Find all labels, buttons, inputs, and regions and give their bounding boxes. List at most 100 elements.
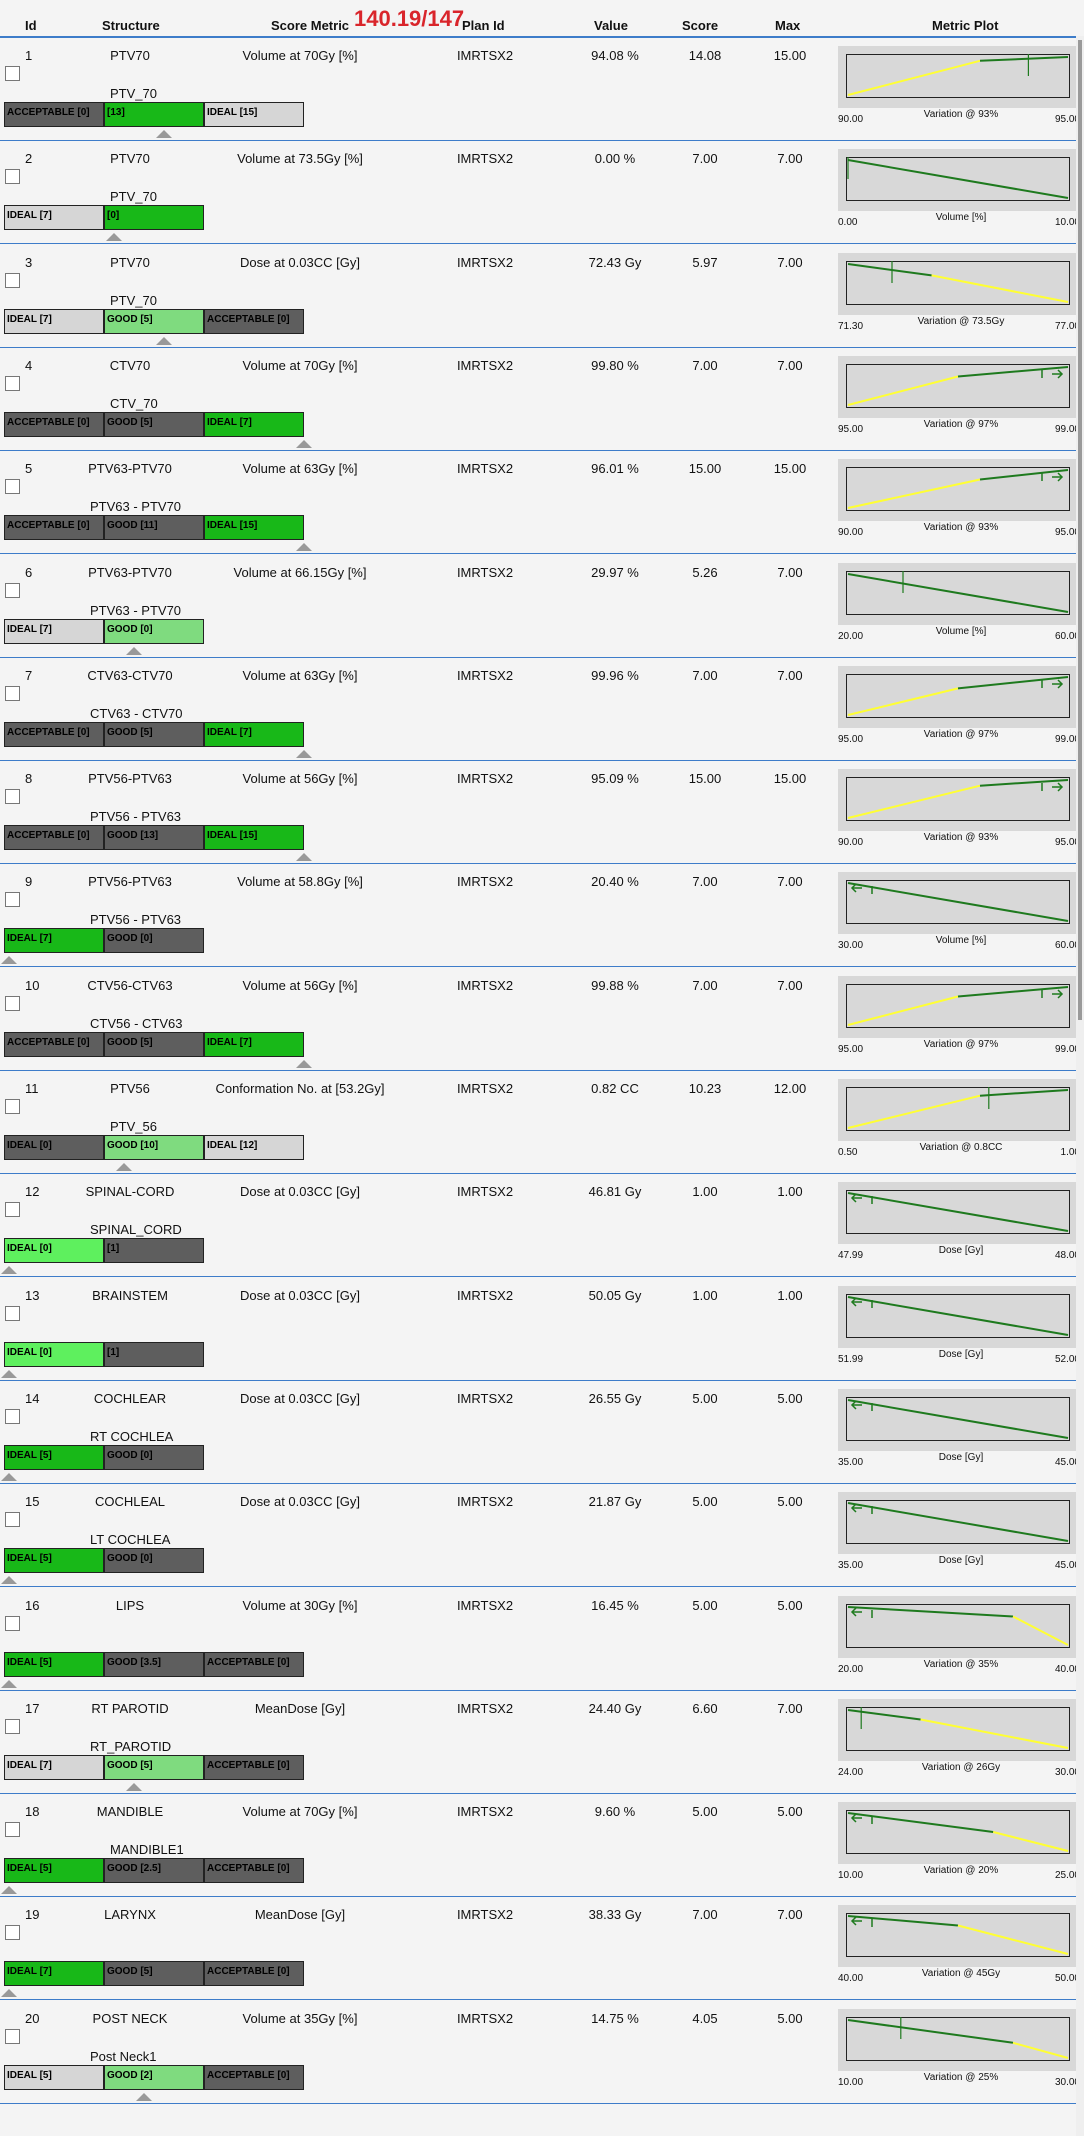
row-id: 3 <box>25 254 33 270</box>
col-plan-id[interactable]: Plan Id <box>462 18 505 33</box>
row-checkbox[interactable] <box>5 1099 20 1114</box>
col-metric-plot[interactable]: Metric Plot <box>932 18 998 33</box>
table-row[interactable]: 15 COCHLEAL Dose at 0.03CC [Gy] IMRTSX2 21.8… <box>0 1484 1084 1588</box>
metric-plot[interactable] <box>838 1905 1078 1968</box>
row-checkbox[interactable] <box>5 1925 20 1941</box>
plot-min-label: 95.00 <box>838 1043 864 1055</box>
table-row[interactable]: 3 PTV70 Dose at 0.03CC [Gy] IMRTSX2 72.43 Gy… <box>0 245 1084 348</box>
table-row[interactable]: 18 MANDIBLE Volume at 70Gy [%] IMRTSX2 9.60 … <box>0 1794 1084 1898</box>
col-value[interactable]: Value <box>594 18 628 33</box>
metric-plot[interactable] <box>838 1698 1078 1761</box>
row-value: 29.97 % <box>591 564 639 580</box>
row-checkbox[interactable] <box>5 479 20 495</box>
table-row[interactable]: 20 POST NECK Volume at 35Gy [%] IMRTSX2 14.7… <box>0 2001 1084 2104</box>
row-structure: COCHLEAR <box>93 1390 167 1406</box>
metric-plot[interactable] <box>838 975 1078 1038</box>
metric-plot[interactable] <box>838 872 1078 935</box>
metric-plot-svg <box>846 1293 1070 1338</box>
metric-plot[interactable] <box>838 769 1078 832</box>
row-checkbox[interactable] <box>5 789 20 805</box>
metric-plot[interactable] <box>838 355 1078 418</box>
metric-plot-svg <box>846 777 1070 822</box>
plot-max-label: 95.00 <box>1054 527 1080 539</box>
table-row[interactable]: 4 CTV70 Volume at 70Gy [%] IMRTSX2 99.80 % 7.… <box>0 348 1084 451</box>
row-id: 11 <box>25 1081 39 1096</box>
row-checkbox[interactable] <box>5 1718 20 1734</box>
plot-max-label: 45.00 <box>1054 1456 1080 1468</box>
metric-plot[interactable] <box>838 1285 1078 1348</box>
table-row[interactable]: 19 LARYNX MeanDose [Gy] IMRTSX2 38.33 Gy 7.00… <box>0 1897 1084 2001</box>
table-row[interactable]: 17 RT PAROTID MeanDose [Gy] IMRTSX2 24.40 Gy… <box>0 1691 1084 1794</box>
metric-plot[interactable] <box>838 252 1078 315</box>
row-checkbox[interactable] <box>5 1408 20 1424</box>
table-row[interactable]: 13 BRAINSTEM Dose at 0.03CC [Gy] IMRTSX2 50.… <box>0 1278 1084 1381</box>
table-row[interactable]: 12 SPINAL-CORD Dose at 0.03CC [Gy] IMRTSX2 4… <box>0 1174 1084 1278</box>
metric-plot[interactable] <box>838 149 1078 212</box>
score-position-marker <box>296 853 312 862</box>
plot-caption: Volume [%] <box>935 935 987 947</box>
row-checkbox[interactable] <box>5 1822 20 1838</box>
row-checkbox[interactable] <box>5 1202 20 1218</box>
row-checkbox[interactable] <box>5 995 20 1011</box>
score-bin: GOOD [0] <box>104 1444 204 1470</box>
metric-plot[interactable] <box>838 1595 1078 1658</box>
col-score[interactable]: Score <box>682 18 718 33</box>
score-bin: IDEAL [15] <box>204 825 304 851</box>
table-row[interactable]: 9 PTV56-PTV63 Volume at 58.8Gy [%] IMRTSX2 2… <box>0 864 1084 968</box>
metric-plot[interactable] <box>838 562 1078 625</box>
row-id: 17 <box>25 1700 40 1716</box>
metric-plot[interactable] <box>838 1079 1078 1141</box>
metric-plot[interactable] <box>838 2008 1078 2071</box>
col-score-metric[interactable]: Score Metric <box>271 18 349 33</box>
table-row[interactable]: 14 COCHLEAR Dose at 0.03CC [Gy] IMRTSX2 26.5… <box>0 1381 1084 1484</box>
col-max[interactable]: Max <box>775 18 800 33</box>
row-checkbox[interactable] <box>5 66 20 81</box>
score-bin: GOOD [0] <box>104 1548 204 1574</box>
col-structure[interactable]: Structure <box>102 18 160 33</box>
table-row[interactable]: 6 PTV63-PTV70 Volume at 66.15Gy [%] IMRTSX2… <box>0 555 1084 658</box>
row-score-metric: Volume at 70Gy [%] <box>242 357 358 373</box>
table-row[interactable]: 2 PTV70 Volume at 73.5Gy [%] IMRTSX2 0.00 % 7… <box>0 141 1084 245</box>
row-checkbox[interactable] <box>5 1305 20 1321</box>
metric-plot[interactable] <box>838 665 1078 728</box>
score-bins: ACCEPTABLE [0] GOOD [13] IDEAL [15] <box>4 825 304 851</box>
metric-plot[interactable] <box>838 1182 1078 1245</box>
row-checkbox[interactable] <box>5 892 20 908</box>
metric-plot[interactable] <box>838 1492 1078 1555</box>
scrollbar-thumb[interactable] <box>1078 40 1082 1020</box>
score-bins: IDEAL [7] GOOD [5] ACCEPTABLE [0] <box>4 308 304 334</box>
row-max: 5.00 <box>777 1494 803 1510</box>
row-checkbox[interactable] <box>5 375 20 391</box>
table-row[interactable]: 10 CTV56-CTV63 Volume at 56Gy [%] IMRTSX2 99… <box>0 968 1084 1071</box>
table-row[interactable]: 5 PTV63-PTV70 Volume at 63Gy [%] IMRTSX2 96.… <box>0 451 1084 555</box>
metric-plot[interactable] <box>838 1388 1078 1451</box>
plot-min-label: 95.00 <box>838 733 864 745</box>
row-structure: LARYNX <box>104 1907 156 1923</box>
score-bin: IDEAL [0] <box>4 1238 104 1264</box>
table-row[interactable]: 16 LIPS Volume at 30Gy [%] IMRTSX2 16.45 % 5.… <box>0 1588 1084 1691</box>
metric-plot[interactable] <box>838 46 1078 108</box>
row-checkbox[interactable] <box>5 1615 20 1631</box>
row-score: 4.05 <box>692 2010 718 2026</box>
metric-plot[interactable] <box>838 1802 1078 1865</box>
score-bin: IDEAL [7] <box>4 1754 104 1780</box>
row-checkbox[interactable] <box>5 582 20 598</box>
row-plan-id: IMRTSX2 <box>456 48 514 63</box>
row-checkbox[interactable] <box>5 272 20 288</box>
metric-plot-svg <box>846 1396 1070 1441</box>
table-row[interactable]: 7 CTV63-CTV70 Volume at 63Gy [%] IMRTSX2 99.… <box>0 658 1084 761</box>
table-row[interactable]: 1 PTV70 Volume at 70Gy [%] IMRTSX2 94.08 % 14… <box>0 38 1084 141</box>
row-checkbox[interactable] <box>5 1512 20 1528</box>
table-row[interactable]: 8 PTV56-PTV63 Volume at 56Gy [%] IMRTSX2 95.… <box>0 761 1084 865</box>
metric-plot[interactable] <box>838 459 1078 522</box>
row-checkbox[interactable] <box>5 685 20 701</box>
row-score: 5.97 <box>692 254 718 270</box>
table-row[interactable]: 11 PTV56 Conformation No. at [53.2Gy] IMRTS… <box>0 1071 1084 1174</box>
row-checkbox[interactable] <box>5 169 20 185</box>
col-id[interactable]: Id <box>25 18 37 33</box>
row-max: 15.00 <box>773 461 807 477</box>
row-score: 7.00 <box>692 1907 718 1923</box>
score-bin: GOOD [5] <box>104 308 204 334</box>
row-checkbox[interactable] <box>5 2028 20 2044</box>
score-bin: IDEAL [7] <box>204 721 304 747</box>
